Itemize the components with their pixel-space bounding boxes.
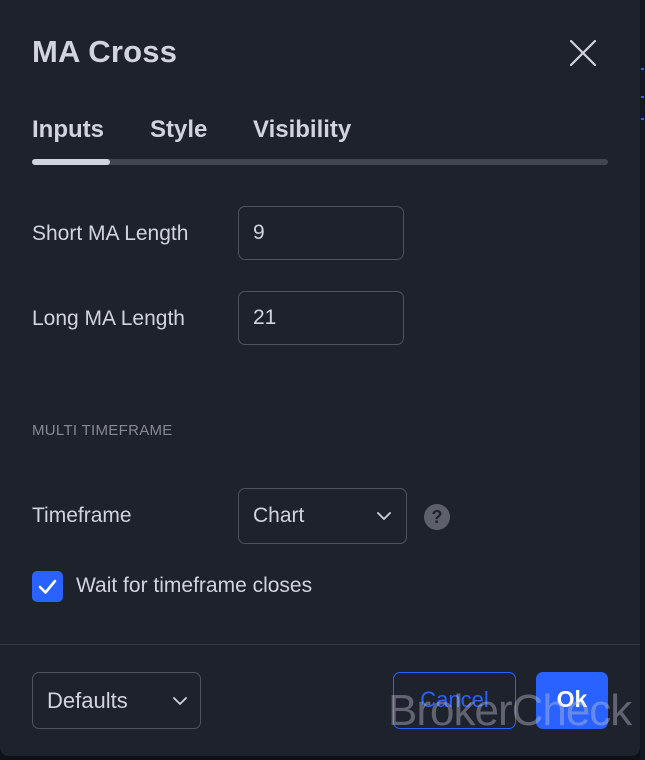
tab-inputs[interactable]: Inputs (32, 116, 104, 144)
long-ma-length-input[interactable] (238, 291, 404, 345)
chevron-down-icon (173, 697, 187, 705)
long-ma-length-label: Long MA Length (32, 307, 185, 330)
edge-mark (641, 68, 644, 70)
background-chart-edge (640, 0, 645, 760)
cancel-label: Cancel (420, 687, 489, 712)
short-ma-length-input[interactable] (238, 206, 404, 260)
dialog-title: MA Cross (32, 34, 178, 69)
close-button[interactable] (564, 34, 602, 72)
edge-mark (641, 96, 644, 98)
wait-for-timeframe-closes-checkbox[interactable] (32, 571, 63, 602)
tab-visibility[interactable]: Visibility (253, 116, 351, 144)
tab-style[interactable]: Style (150, 116, 207, 144)
section-title-multi-timeframe: MULTI TIMEFRAME (32, 422, 173, 439)
close-x-icon (569, 39, 597, 67)
defaults-dropdown-button[interactable]: Defaults (32, 672, 201, 729)
timeframe-select[interactable]: Chart (238, 488, 407, 544)
short-ma-length-label: Short MA Length (32, 222, 189, 245)
active-tab-indicator (32, 159, 110, 165)
ok-label: Ok (556, 686, 588, 712)
ok-button[interactable]: Ok (536, 672, 608, 729)
question-icon[interactable]: ? (424, 504, 450, 530)
chevron-down-icon (377, 512, 391, 520)
cancel-button[interactable]: Cancel (393, 672, 516, 729)
footer-divider (0, 644, 640, 645)
timeframe-select-value: Chart (253, 504, 305, 527)
settings-dialog: MA Cross Inputs Style Visibility Short M… (0, 0, 640, 756)
timeframe-label: Timeframe (32, 504, 132, 527)
defaults-label: Defaults (47, 688, 128, 713)
edge-mark (641, 118, 644, 120)
wait-for-timeframe-closes-label[interactable]: Wait for timeframe closes (76, 574, 312, 598)
tab-track (32, 159, 608, 165)
checkmark-icon (38, 579, 57, 594)
tab-bar: Inputs Style Visibility (32, 116, 612, 152)
